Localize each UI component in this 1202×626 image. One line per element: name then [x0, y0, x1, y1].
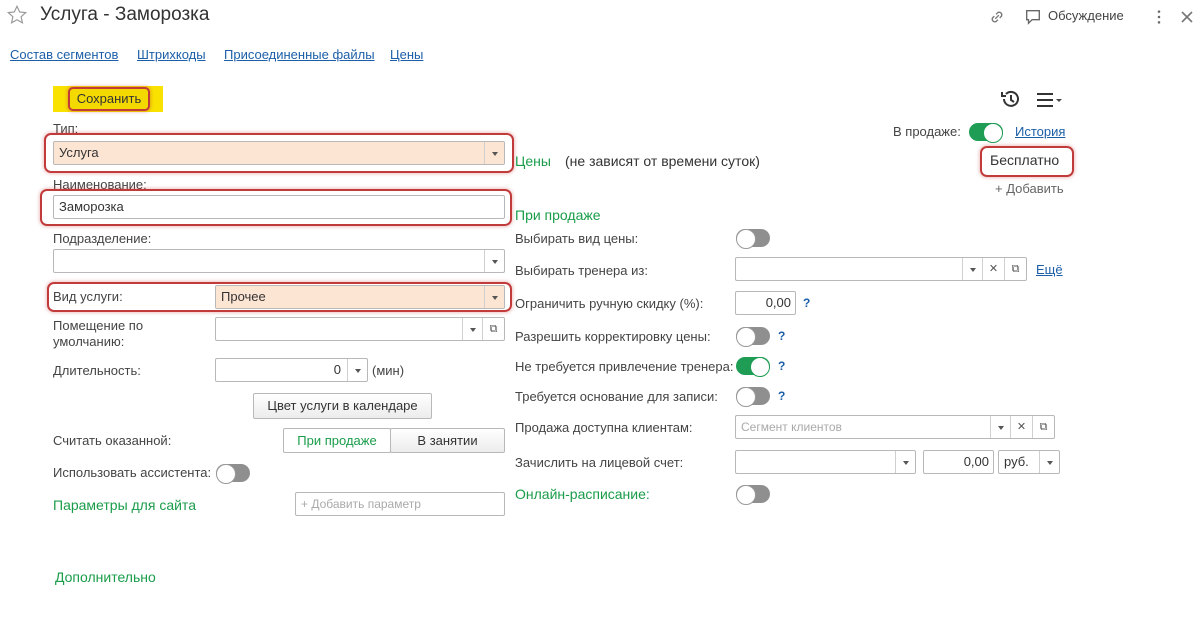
- count-as-rendered-label: Считать оказанной:: [53, 433, 172, 448]
- link-icon[interactable]: [988, 8, 1006, 26]
- credit-account-select[interactable]: [735, 450, 916, 474]
- manual-discount-input[interactable]: 0,00: [735, 291, 796, 315]
- save-button[interactable]: Сохранить: [68, 87, 150, 111]
- allow-price-edit-toggle[interactable]: [736, 327, 770, 347]
- credit-amount-input[interactable]: 0,00: [923, 450, 994, 474]
- clear-icon[interactable]: ✕: [982, 258, 1004, 280]
- allow-price-edit-label: Разрешить корректировку цены:: [515, 329, 711, 344]
- count-option-on-sale[interactable]: При продаже: [283, 428, 391, 453]
- room-select[interactable]: ⧉: [215, 317, 505, 341]
- history-icon[interactable]: [1000, 88, 1022, 110]
- client-segment-select[interactable]: Сегмент клиентов ✕ ⧉: [735, 415, 1055, 439]
- room-label: Помещение по умолчанию:: [53, 318, 144, 349]
- division-label: Подразделение:: [53, 231, 152, 246]
- choose-trainer-select[interactable]: ✕ ⧉: [735, 257, 1027, 281]
- type-select[interactable]: Услуга: [53, 141, 505, 165]
- price-value[interactable]: Бесплатно: [990, 152, 1059, 168]
- additional-section-link[interactable]: Дополнительно: [55, 569, 156, 585]
- service-kind-label: Вид услуги:: [53, 289, 123, 304]
- service-kind-select[interactable]: Прочее: [215, 285, 505, 309]
- clear-icon[interactable]: ✕: [1010, 416, 1032, 438]
- chevron-down-icon[interactable]: [895, 451, 915, 473]
- calendar-color-button[interactable]: Цвет услуги в календаре: [253, 393, 432, 419]
- currency-value: руб.: [1004, 454, 1029, 469]
- favorite-star-icon[interactable]: [6, 4, 28, 26]
- choose-price-type-toggle[interactable]: [736, 229, 770, 249]
- credit-account-label: Зачислить на лицевой счет:: [515, 455, 684, 470]
- manual-discount-help-icon[interactable]: ?: [803, 296, 810, 310]
- count-option-in-class[interactable]: В занятии: [390, 428, 505, 453]
- use-assistant-label: Использовать ассистента:: [53, 465, 212, 480]
- basis-required-toggle[interactable]: [736, 387, 770, 407]
- history-link[interactable]: История: [1015, 124, 1065, 139]
- client-segment-placeholder: Сегмент клиентов: [741, 420, 842, 434]
- discussion-icon[interactable]: [1024, 8, 1042, 26]
- chevron-down-icon[interactable]: [484, 142, 504, 164]
- manual-discount-label: Ограничить ручную скидку (%):: [515, 296, 704, 311]
- nav-barcodes-link[interactable]: Штрихкоды: [137, 47, 206, 62]
- add-price-button[interactable]: + Добавить: [995, 181, 1064, 196]
- choose-price-type-label: Выбирать вид цены:: [515, 231, 639, 246]
- online-schedule-label: Онлайн-расписание:: [515, 486, 650, 502]
- close-icon[interactable]: [1180, 10, 1194, 24]
- duration-unit: (мин): [372, 363, 405, 378]
- nav-segments-link[interactable]: Состав сегментов: [10, 47, 118, 62]
- division-select[interactable]: [53, 249, 505, 273]
- basis-required-help-icon[interactable]: ?: [778, 389, 785, 403]
- duration-label: Длительность:: [53, 363, 141, 378]
- nav-attached-files-link[interactable]: Присоединенные файлы: [224, 47, 375, 62]
- service-kind-value: Прочее: [221, 289, 266, 304]
- chevron-down-icon[interactable]: [484, 286, 504, 308]
- save-button-area: Сохранить: [53, 86, 163, 112]
- open-icon[interactable]: ⧉: [1032, 416, 1054, 438]
- chevron-down-icon[interactable]: [962, 258, 982, 280]
- name-input[interactable]: Заморозка: [53, 195, 505, 219]
- name-value: Заморозка: [59, 199, 124, 214]
- currency-select[interactable]: руб.: [998, 450, 1060, 474]
- chevron-down-icon[interactable]: [347, 359, 367, 381]
- prices-title: Цены: [515, 153, 551, 169]
- nav-prices-link[interactable]: Цены: [390, 47, 423, 62]
- on-sale-section-title: При продаже: [515, 207, 601, 223]
- chevron-down-icon[interactable]: [990, 416, 1010, 438]
- duration-input[interactable]: 0: [215, 358, 368, 382]
- type-value: Услуга: [59, 145, 99, 160]
- add-param-placeholder: + Добавить параметр: [301, 497, 421, 511]
- no-trainer-label: Не требуется привлечение тренера:: [515, 359, 734, 374]
- more-vertical-icon[interactable]: [1152, 8, 1166, 26]
- open-icon[interactable]: ⧉: [1004, 258, 1026, 280]
- online-schedule-toggle[interactable]: [736, 485, 770, 505]
- page-title: Услуга - Заморозка: [40, 4, 210, 25]
- duration-value: 0: [333, 362, 341, 377]
- site-params-title: Параметры для сайта: [53, 497, 196, 513]
- discussion-button[interactable]: Обсуждение: [1048, 8, 1124, 23]
- chevron-down-icon[interactable]: [484, 250, 504, 272]
- on-sale-label: В продаже:: [893, 124, 961, 139]
- basis-required-label: Требуется основание для записи:: [515, 389, 718, 404]
- more-link[interactable]: Ещё: [1036, 262, 1063, 277]
- chevron-down-icon[interactable]: [462, 318, 482, 340]
- add-param-input[interactable]: + Добавить параметр: [295, 492, 505, 516]
- allow-price-edit-help-icon[interactable]: ?: [778, 329, 785, 343]
- on-sale-toggle[interactable]: [969, 123, 1003, 143]
- sale-available-label: Продажа доступна клиентам:: [515, 420, 693, 435]
- prices-note: (не зависят от времени суток): [565, 153, 760, 169]
- menu-icon[interactable]: [1036, 92, 1064, 108]
- chevron-down-icon[interactable]: [1039, 451, 1059, 473]
- use-assistant-toggle[interactable]: [216, 464, 250, 484]
- choose-trainer-label: Выбирать тренера из:: [515, 263, 648, 278]
- credit-amount-value: 0,00: [963, 454, 989, 469]
- open-icon[interactable]: ⧉: [482, 318, 504, 340]
- no-trainer-help-icon[interactable]: ?: [778, 359, 785, 373]
- manual-discount-value: 0,00: [765, 295, 791, 310]
- no-trainer-toggle[interactable]: [736, 357, 770, 377]
